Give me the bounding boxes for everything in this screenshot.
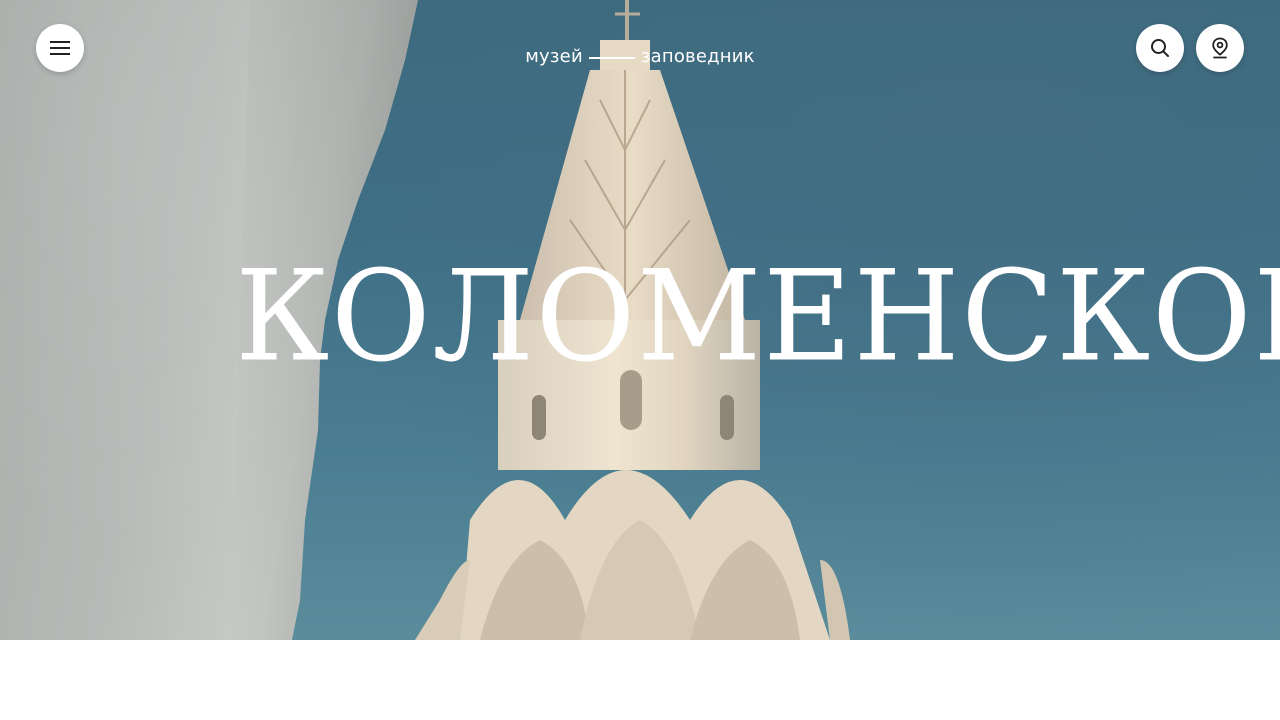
hero-section: музей заповедник КОЛОМЕНСКОЕ — [0, 0, 1280, 640]
top-navigation-bar: музей заповедник — [0, 0, 1280, 100]
search-icon — [1151, 39, 1169, 57]
page-title: КОЛОМЕНСКОЕ — [235, 243, 1280, 391]
content-area — [0, 640, 1280, 720]
search-button[interactable] — [1136, 24, 1184, 72]
brand-word-museum: музей — [525, 46, 583, 67]
brand-logo[interactable]: музей заповедник — [0, 46, 1280, 67]
brand-word-reserve: заповедник — [640, 46, 755, 67]
location-pin-icon — [1212, 37, 1228, 59]
brand-dash — [588, 56, 635, 59]
location-button[interactable] — [1196, 24, 1244, 72]
